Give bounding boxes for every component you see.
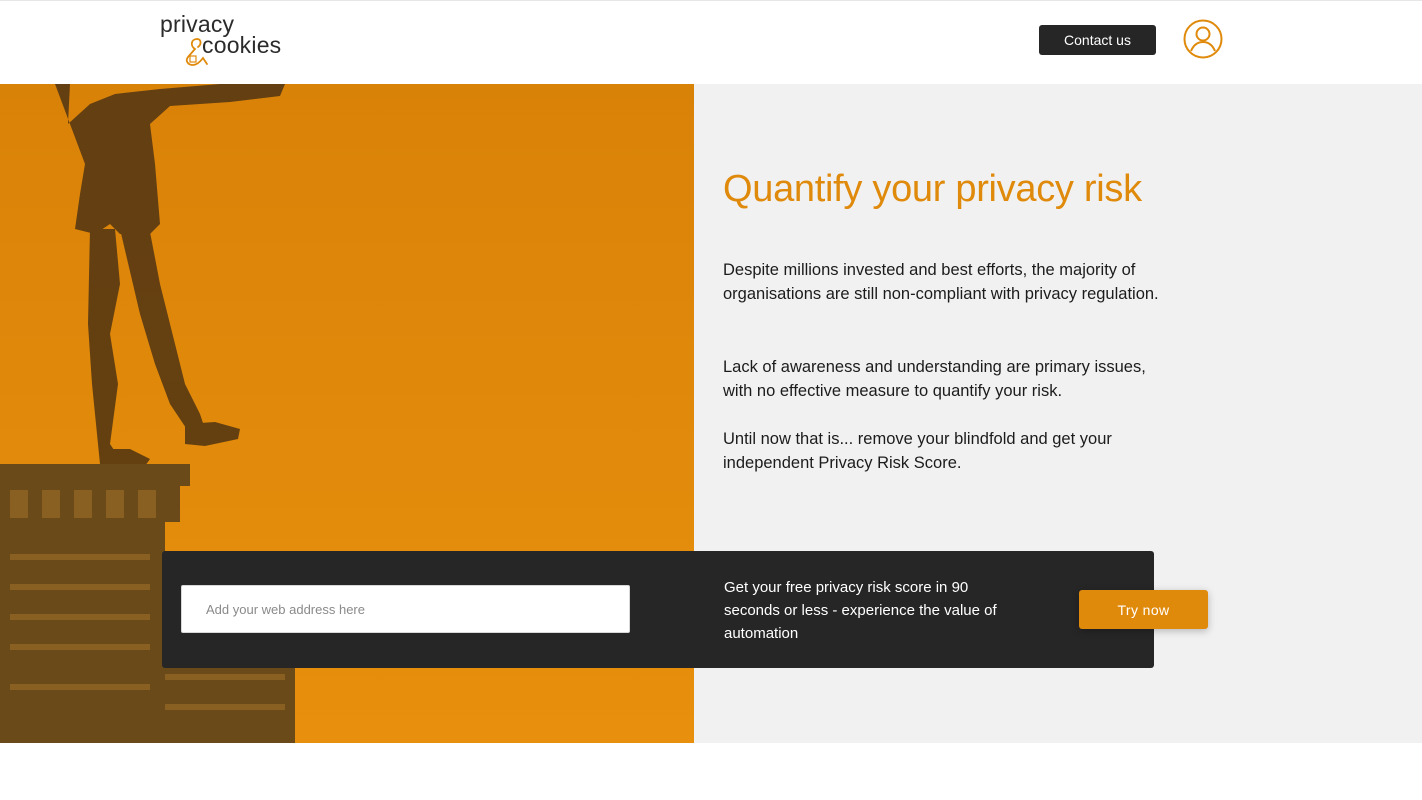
- hero-paragraph-1: Despite millions invested and best effor…: [723, 261, 1159, 303]
- hero-paragraph-3: Until now that is... remove your blindfo…: [723, 430, 1112, 472]
- try-now-button[interactable]: Try now: [1079, 590, 1208, 629]
- cta-description: Get your free privacy risk score in 90 s…: [724, 579, 997, 642]
- contact-us-button[interactable]: Contact us: [1039, 25, 1156, 55]
- hero-headline: Quantify your privacy risk: [723, 168, 1142, 210]
- site-header: privacy cookies Contact us: [0, 0, 1422, 84]
- user-avatar-icon[interactable]: [1183, 19, 1223, 59]
- logo-text-cookies: cookies: [202, 32, 282, 58]
- hero-paragraph-2: Lack of awareness and understanding are …: [723, 358, 1146, 400]
- site-logo[interactable]: privacy cookies: [160, 11, 300, 67]
- cta-bar: Get your free privacy risk score in 90 s…: [162, 551, 1154, 668]
- web-address-input[interactable]: [181, 585, 630, 633]
